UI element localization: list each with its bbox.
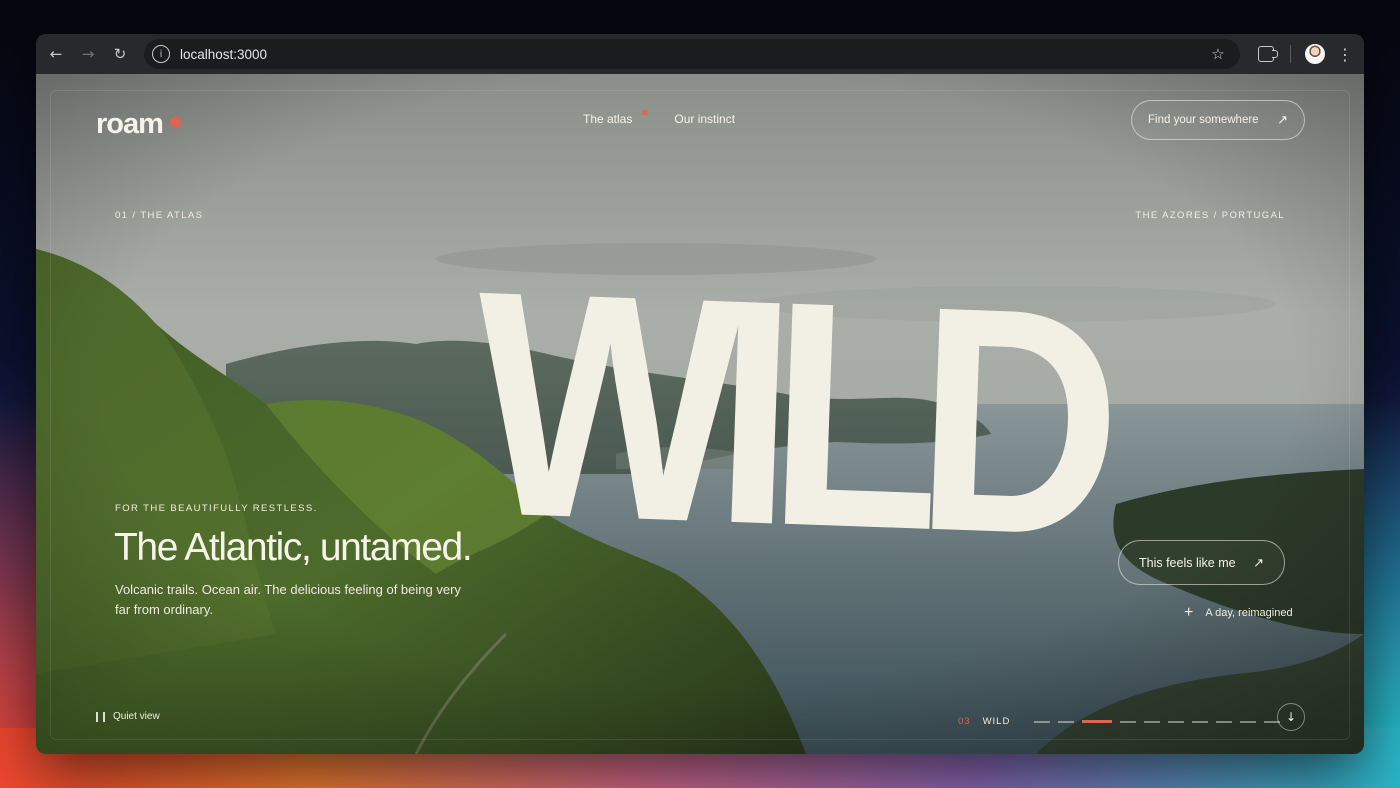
section-label: 01 / THE ATLAS [115,210,204,221]
hero-headline: The Atlantic, untamed. [114,526,473,569]
info-icon[interactable]: i [152,45,170,63]
browser-toolbar: ← → ↻ i localhost:3000 ☆ ⋮ [36,34,1364,74]
nav-link-instinct[interactable]: Our instinct [674,112,735,126]
day-reimagined-link[interactable]: + A day, reimagined [1184,605,1293,621]
slide-indicator-4[interactable] [1120,720,1137,723]
slide-indicator-1[interactable] [1034,720,1051,723]
reload-icon[interactable]: ↻ [104,38,136,70]
site-logo[interactable]: roam ✱ [96,108,182,141]
button-label: This feels like me [1139,555,1236,570]
slide-indicator-5[interactable] [1144,720,1161,723]
browser-window: ← → ↻ i localhost:3000 ☆ ⋮ roam ✱ The at… [36,34,1364,754]
page-viewport: roam ✱ The atlas ✱ Our instinct Find you… [36,74,1364,754]
toolbar-divider [1290,45,1291,63]
toggle-label: Quiet view [113,711,160,722]
location-label: THE AZORES / PORTUGAL [1135,210,1285,221]
slide-indicator-2[interactable] [1058,720,1075,723]
slide-indicators [1034,720,1281,723]
nav-link-label: The atlas [583,112,633,126]
slide-progress: 03 WILD [958,716,1281,727]
logo-asterisk-icon: ✱ [168,114,182,132]
find-somewhere-button[interactable]: Find your somewhere ↗ [1131,100,1305,140]
arrow-up-right-icon: ↗ [1253,554,1264,570]
url-text[interactable]: localhost:3000 [180,47,1204,62]
menu-icon[interactable]: ⋮ [1331,45,1359,64]
nav-link-atlas[interactable]: The atlas ✱ [583,108,648,126]
slide-number: 03 [958,716,971,727]
hero-subcopy: Volcanic trails. Ocean air. The deliciou… [115,582,461,617]
forward-icon[interactable]: → [72,38,104,70]
arrow-down-icon: ↓ [1285,710,1297,724]
slide-indicator-8[interactable] [1216,720,1233,723]
logo-text: roam [96,108,164,140]
extensions-icon[interactable] [1250,38,1282,70]
pause-icon [96,711,105,722]
slide-indicator-3[interactable] [1082,720,1113,723]
arrow-up-right-icon: ↗ [1277,112,1288,127]
button-label: Find your somewhere [1148,114,1259,126]
link-label: A day, reimagined [1205,607,1293,619]
slide-indicator-6[interactable] [1168,720,1185,723]
quiet-view-toggle[interactable]: Quiet view [96,711,160,722]
nav-link-label: Our instinct [674,112,736,126]
main-nav: The atlas ✱ Our instinct [583,108,735,126]
address-bar[interactable]: i localhost:3000 ☆ [144,39,1240,69]
tagline: FOR THE BEAUTIFULLY RESTLESS. [115,503,318,514]
star-icon[interactable]: ☆ [1204,45,1232,63]
plus-icon: + [1184,604,1194,621]
slide-indicator-7[interactable] [1192,720,1209,723]
slide-indicator-9[interactable] [1240,720,1257,723]
active-asterisk-icon: ✱ [640,108,649,118]
feels-like-me-button[interactable]: This feels like me ↗ [1118,540,1285,585]
back-icon[interactable]: ← [40,38,72,70]
big-word: WILD [469,223,1103,603]
profile-avatar[interactable] [1299,38,1331,70]
slide-name: WILD [982,716,1011,727]
nav-controls: ← → ↻ [40,38,136,70]
toolbar-right: ⋮ [1250,38,1359,70]
scroll-down-button[interactable]: ↓ [1277,703,1305,731]
